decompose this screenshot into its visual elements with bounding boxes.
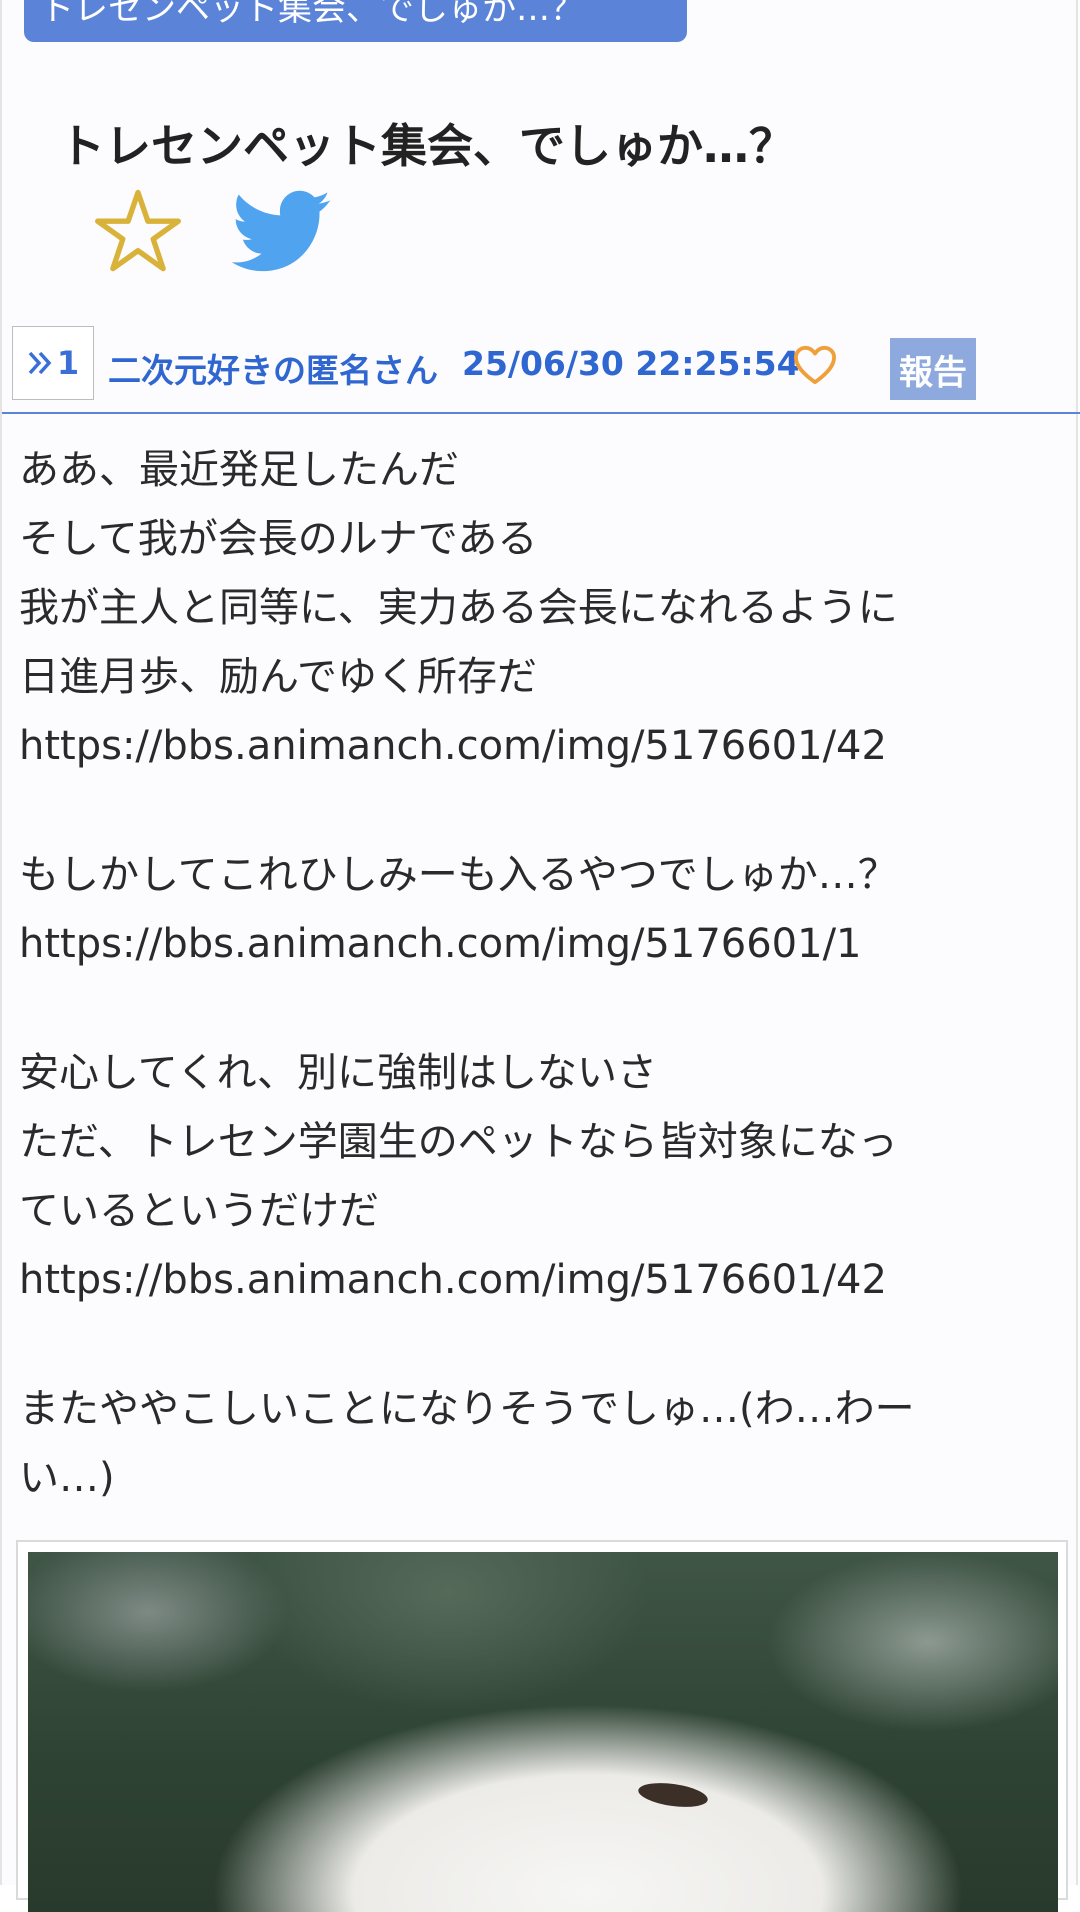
post-line: 安心してくれ、別に強制はしないさ: [19, 1050, 657, 1096]
post-image-link[interactable]: https://bbs.animanch.com/img/5176601/42: [19, 1246, 1059, 1315]
post-line: 我が主人と同等に、実力ある会長になれるように: [19, 585, 898, 631]
reply-anchor-button[interactable]: 1: [12, 326, 94, 400]
post-line: またややこしいことになりそうでしゅ…(わ…わー: [19, 1386, 915, 1432]
post-date: 25/06/30 22:25:54: [462, 344, 800, 383]
double-chevron-right-icon: [28, 351, 52, 375]
post-line: もしかしてこれひしみーも入るやつでしゅか…？: [19, 852, 898, 898]
post-line: ているというだけだ: [19, 1188, 379, 1234]
post-line: い…): [19, 1455, 115, 1501]
post-header: 1 二次元好きの匿名さん 25/06/30 22:25:54 報告: [2, 326, 1080, 414]
post-line: 日進月歩、励んでゆく所存だ: [19, 654, 537, 700]
post-line: ああ、最近発足したんだ: [19, 447, 459, 493]
report-button[interactable]: 報告: [890, 338, 976, 400]
twitter-bird-icon[interactable]: [232, 190, 332, 274]
thread-title: トレセンペット集会、でしゅか…？: [59, 119, 795, 173]
dog-photo[interactable]: [28, 1552, 1058, 1912]
post-image-frame[interactable]: [16, 1540, 1068, 1912]
post-image-link[interactable]: https://bbs.animanch.com/img/5176601/1: [19, 910, 1059, 979]
thread-title-pill[interactable]: トレセンペット集会、でしゅか…？: [24, 0, 687, 42]
post-line: ただ、トレセン学園生のペットなら皆対象になっ: [19, 1119, 898, 1165]
heart-outline-icon[interactable]: [792, 344, 838, 386]
thread-page: トレセンペット集会、でしゅか…？ トレセンペット集会、でしゅか…？ 1 二次元好…: [0, 0, 1080, 1912]
post-line: そして我が会長のルナである: [19, 516, 538, 562]
post-number: 1: [56, 344, 80, 382]
dog-eye: [636, 1779, 710, 1811]
star-outline-icon[interactable]: [92, 188, 184, 274]
post-image-link[interactable]: https://bbs.animanch.com/img/5176601/42: [19, 712, 1059, 781]
post-author[interactable]: 二次元好きの匿名さん: [108, 344, 438, 392]
post-body: ああ、最近発足したんだ そして我が会長のルナである 我が主人と同等に、実力ある会…: [19, 436, 1059, 1513]
